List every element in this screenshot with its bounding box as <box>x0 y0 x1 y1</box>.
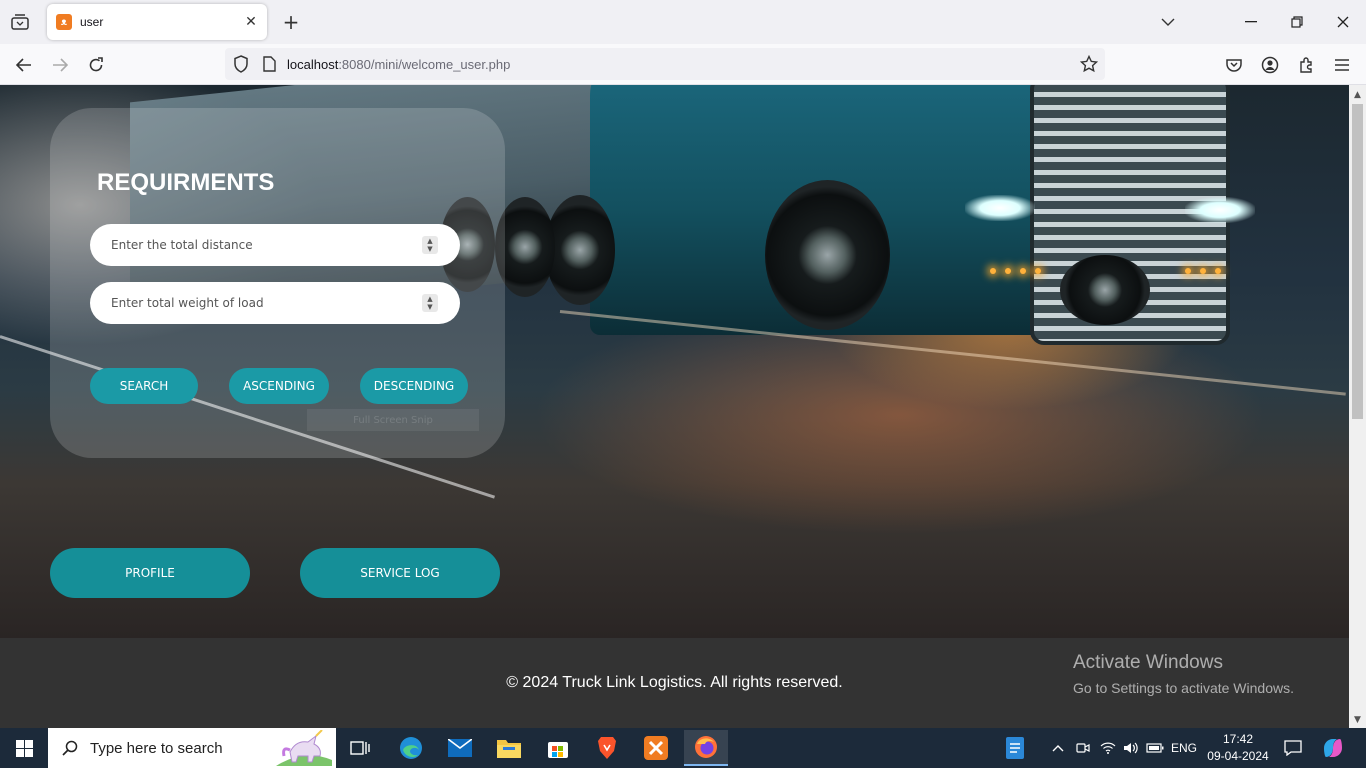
microsoft-store-icon[interactable] <box>538 732 578 764</box>
profile-button[interactable]: PROFILE <box>50 548 250 598</box>
clock-date: 09-04-2024 <box>1207 749 1269 763</box>
page-info-icon[interactable] <box>260 55 278 73</box>
close-tab-icon[interactable]: ✕ <box>243 14 259 30</box>
task-view-icon[interactable] <box>340 732 380 764</box>
scroll-down-icon[interactable]: ▼ <box>1349 711 1366 728</box>
tab-title: user <box>80 15 104 29</box>
headlight-right <box>1185 197 1255 223</box>
file-explorer-icon[interactable] <box>489 732 529 764</box>
restore-icon[interactable] <box>1282 8 1312 36</box>
firefox-taskbar-icon[interactable] <box>684 730 728 766</box>
minimize-icon[interactable] <box>1236 8 1266 36</box>
taskbar-clock[interactable]: 17:42 09-04-2024 <box>1200 731 1276 765</box>
address-bar[interactable]: localhost:8080/mini/welcome_user.php <box>225 48 1105 80</box>
weight-placeholder: Enter total weight of load <box>111 296 264 310</box>
windows-start-icon[interactable] <box>0 728 48 768</box>
url-host: localhost <box>287 56 339 72</box>
truck-wheel <box>545 195 615 305</box>
amber-light <box>1020 268 1026 274</box>
edge-icon[interactable] <box>391 732 431 764</box>
number-spinner-icon[interactable]: ▲ ▼ <box>422 236 438 254</box>
url-path: :8080/mini/welcome_user.php <box>338 56 511 72</box>
url-text[interactable]: localhost:8080/mini/welcome_user.php <box>287 57 510 72</box>
requirements-title: REQUIRMENTS <box>97 169 275 196</box>
xampp-taskbar-icon[interactable] <box>636 732 676 764</box>
amber-light <box>1185 268 1191 274</box>
volume-icon[interactable] <box>1120 728 1142 768</box>
number-spinner-icon[interactable]: ▲ ▼ <box>422 294 438 312</box>
weight-input[interactable]: Enter total weight of load ▲ ▼ <box>90 282 460 324</box>
xampp-icon: ᴥ <box>56 14 72 30</box>
truck-wheel <box>765 180 890 330</box>
shield-icon[interactable] <box>232 55 250 73</box>
show-hidden-icons-icon[interactable] <box>1048 728 1068 768</box>
browser-tab-active[interactable]: ᴥ user ✕ <box>47 4 267 40</box>
service-log-button[interactable]: SERVICE LOG <box>300 548 500 598</box>
network-wifi-icon[interactable] <box>1097 728 1119 768</box>
notification-center-icon[interactable] <box>1280 728 1306 768</box>
back-icon[interactable] <box>11 52 37 78</box>
activate-subtitle: Go to Settings to activate Windows. <box>1073 680 1294 696</box>
taskbar-search-box[interactable]: Type here to search <box>48 728 336 768</box>
activate-title: Activate Windows <box>1073 652 1223 673</box>
amber-light <box>990 268 996 274</box>
descending-button[interactable]: DESCENDING <box>360 368 468 404</box>
forward-icon[interactable] <box>47 52 73 78</box>
browser-nav-bar: localhost:8080/mini/welcome_user.php <box>0 44 1366 85</box>
pocket-icon[interactable] <box>1221 52 1247 78</box>
close-window-icon[interactable] <box>1328 8 1358 36</box>
headlight-left <box>965 195 1035 221</box>
extensions-icon[interactable] <box>1293 52 1319 78</box>
amber-light <box>1215 268 1221 274</box>
taskbar-search-text: Type here to search <box>90 739 223 757</box>
copilot-icon[interactable] <box>1318 728 1348 768</box>
tab-list-icon[interactable] <box>8 10 32 34</box>
language-indicator[interactable]: ENG <box>1168 728 1200 768</box>
account-icon[interactable] <box>1257 52 1283 78</box>
menu-icon[interactable] <box>1329 52 1355 78</box>
search-icon <box>62 740 78 756</box>
clock-time: 17:42 <box>1222 732 1254 746</box>
amber-light <box>1005 268 1011 274</box>
bookmark-star-icon[interactable] <box>1080 55 1098 73</box>
amber-light <box>1035 268 1041 274</box>
activate-windows-watermark: Activate Windows Go to Settings to activ… <box>1073 652 1294 696</box>
amber-light <box>1200 268 1206 274</box>
distance-input[interactable]: Enter the total distance ▲ ▼ <box>90 224 460 266</box>
notepad-document-icon[interactable] <box>1000 728 1030 768</box>
snip-overlay-text: Full Screen Snip <box>307 409 479 431</box>
ascending-button[interactable]: ASCENDING <box>229 368 329 404</box>
distance-placeholder: Enter the total distance <box>111 238 253 252</box>
mail-icon[interactable] <box>440 732 480 764</box>
list-all-tabs-icon[interactable] <box>1153 8 1183 36</box>
new-tab-icon[interactable]: + <box>279 10 303 34</box>
truck-wheel <box>1060 255 1150 325</box>
scrollbar-thumb[interactable] <box>1352 104 1363 419</box>
search-button[interactable]: SEARCH <box>90 368 198 404</box>
browser-tab-bar: ᴥ user ✕ + <box>0 0 1366 44</box>
unicorn-search-highlight-icon <box>276 730 332 766</box>
scroll-up-icon[interactable]: ▲ <box>1349 86 1366 103</box>
brave-browser-icon[interactable] <box>587 732 627 764</box>
battery-icon[interactable] <box>1144 728 1166 768</box>
meet-now-icon[interactable] <box>1073 728 1093 768</box>
web-page: REQUIRMENTS Enter the total distance ▲ ▼ … <box>0 85 1349 728</box>
reload-icon[interactable] <box>83 52 109 78</box>
windows-taskbar: Type here to search ENG 17:42 09-04-2024 <box>0 728 1366 768</box>
